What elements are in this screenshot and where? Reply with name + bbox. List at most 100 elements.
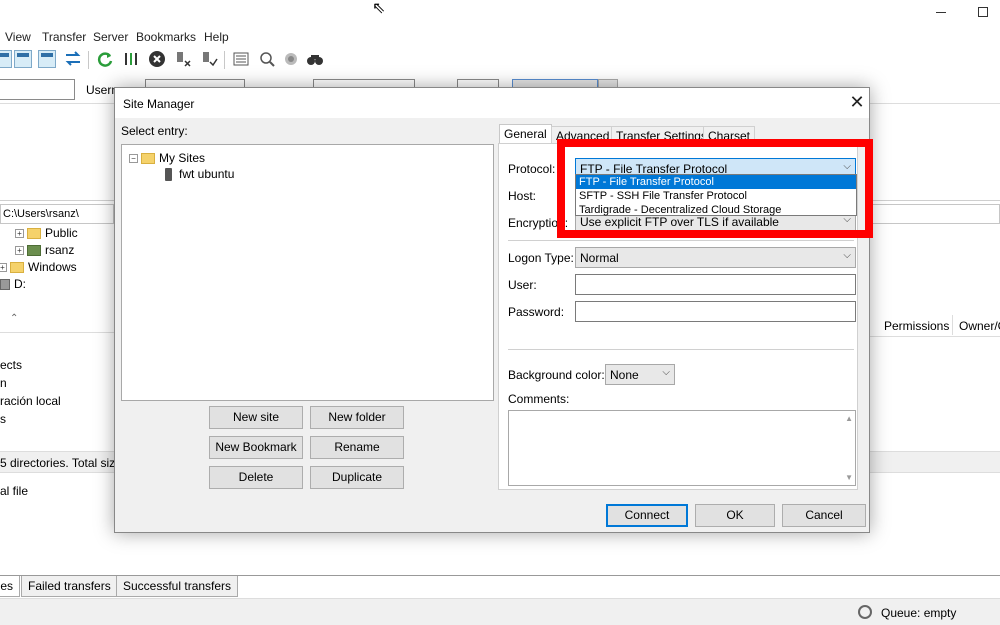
logon-type-select[interactable]: Normal ⌵ bbox=[575, 247, 856, 268]
toggle-remote-tree-icon[interactable] bbox=[38, 50, 56, 68]
connect-button[interactable]: Connect bbox=[606, 504, 688, 527]
sync-browse-icon[interactable] bbox=[258, 50, 276, 68]
expand-icon[interactable]: + bbox=[0, 263, 7, 273]
toolbar bbox=[0, 46, 1000, 74]
folder-icon bbox=[27, 228, 41, 240]
new-bookmark-button[interactable]: New Bookmark bbox=[209, 436, 303, 459]
reconnect-icon[interactable] bbox=[200, 50, 218, 68]
process-queue-icon[interactable] bbox=[122, 50, 140, 68]
rename-button[interactable]: Rename bbox=[310, 436, 404, 459]
user-field[interactable] bbox=[575, 274, 856, 295]
queue-column-header: al file bbox=[0, 484, 29, 498]
toggle-local-tree-icon[interactable] bbox=[14, 50, 32, 68]
minimize-icon[interactable] bbox=[936, 12, 946, 13]
folder-icon bbox=[10, 262, 24, 274]
local-list-row[interactable]: n bbox=[0, 376, 7, 390]
ok-button[interactable]: OK bbox=[695, 504, 775, 527]
local-list-row[interactable]: ración local bbox=[0, 394, 61, 408]
local-tree-item[interactable]: + rsanz bbox=[15, 243, 74, 257]
comments-textarea[interactable]: ▲ ▼ bbox=[508, 410, 856, 486]
close-icon[interactable]: ✕ bbox=[847, 92, 867, 112]
tab-successful-transfers[interactable]: Successful transfers bbox=[116, 576, 239, 597]
sort-arrow-icon: ⌃ bbox=[10, 313, 19, 324]
background-color-label: Background color: bbox=[508, 368, 605, 382]
tree-item-label: Public bbox=[45, 226, 78, 240]
compare-icon[interactable] bbox=[282, 50, 300, 68]
local-path-input[interactable]: C:\Users\rsanz\ bbox=[0, 204, 114, 224]
app-titlebar bbox=[0, 0, 1000, 28]
collapse-icon[interactable]: − bbox=[129, 154, 138, 164]
comments-label: Comments: bbox=[508, 392, 570, 406]
directory-filter-icon[interactable] bbox=[232, 50, 250, 68]
expand-icon[interactable]: + bbox=[15, 229, 24, 239]
refresh-icon[interactable] bbox=[96, 50, 114, 68]
tree-site-label: fwt ubuntu bbox=[179, 167, 235, 181]
local-list-row[interactable]: ects bbox=[0, 358, 22, 372]
scroll-up-icon[interactable]: ▲ bbox=[845, 414, 853, 423]
cancel-button[interactable]: Cancel bbox=[782, 504, 866, 527]
local-list-row[interactable]: s bbox=[0, 412, 6, 426]
duplicate-button[interactable]: Duplicate bbox=[310, 466, 404, 489]
queue-status-icon bbox=[858, 605, 872, 619]
toggle-queue-icon[interactable] bbox=[64, 50, 82, 68]
tab-failed-transfers[interactable]: Failed transfers bbox=[21, 576, 118, 597]
column-owner-group[interactable]: Owner/G bbox=[959, 319, 1000, 333]
toggle-log-icon[interactable] bbox=[0, 50, 12, 68]
tab-general[interactable]: General bbox=[499, 124, 552, 145]
cancel-operation-icon[interactable] bbox=[148, 50, 166, 68]
menu-view[interactable]: View bbox=[5, 30, 31, 44]
queue-status-text: Queue: empty bbox=[881, 606, 957, 620]
local-status-text: 5 directories. Total size: bbox=[0, 456, 126, 470]
expand-icon[interactable]: + bbox=[15, 246, 24, 256]
dialog-title: Site Manager bbox=[123, 97, 195, 111]
search-remote-icon[interactable] bbox=[306, 50, 324, 68]
new-folder-button[interactable]: New folder bbox=[310, 406, 404, 429]
user-folder-icon bbox=[27, 245, 41, 257]
site-tree[interactable]: − My Sites fwt ubuntu bbox=[121, 144, 494, 401]
delete-button[interactable]: Delete bbox=[209, 466, 303, 489]
logon-type-label: Logon Type: bbox=[508, 251, 574, 265]
chevron-down-icon: ⌵ bbox=[662, 367, 670, 378]
remote-list-header: Permissions Owner/G bbox=[870, 313, 1000, 337]
scroll-down-icon[interactable]: ▼ bbox=[845, 473, 853, 482]
mouse-cursor-icon: ⇖ bbox=[372, 0, 386, 17]
host-label: Host: bbox=[508, 189, 537, 203]
server-icon bbox=[165, 168, 172, 182]
statusbar: Queue: empty bbox=[0, 598, 1000, 625]
tree-item-label: rsanz bbox=[45, 243, 75, 257]
new-site-button[interactable]: New site bbox=[209, 406, 303, 429]
tree-item-label: D: bbox=[14, 277, 26, 291]
local-tree-item[interactable]: D: bbox=[0, 277, 26, 291]
local-tree-item[interactable]: + Public bbox=[15, 226, 78, 240]
maximize-icon[interactable] bbox=[978, 7, 988, 17]
chevron-down-icon: ⌵ bbox=[843, 250, 851, 261]
tab-queued-files[interactable]: iles bbox=[0, 576, 20, 597]
drive-icon bbox=[0, 279, 10, 291]
folder-icon bbox=[141, 153, 155, 165]
queue-tabs: iles Failed transfers Successful transfe… bbox=[0, 575, 1000, 597]
menu-bookmarks[interactable]: Bookmarks bbox=[136, 30, 196, 44]
logon-type-value: Normal bbox=[580, 251, 619, 265]
dialog-titlebar: Site Manager ✕ bbox=[115, 88, 869, 118]
local-tree-item[interactable]: + Windows bbox=[0, 260, 77, 274]
menu-transfer[interactable]: Transfer bbox=[42, 30, 86, 44]
password-label: Password: bbox=[508, 305, 565, 319]
protocol-label: Protocol: bbox=[508, 162, 556, 176]
tree-item-label: Windows bbox=[28, 260, 77, 274]
background-color-value: None bbox=[610, 368, 639, 382]
tree-site-fwt-ubuntu[interactable]: fwt ubuntu bbox=[165, 167, 235, 182]
column-permissions[interactable]: Permissions bbox=[884, 319, 949, 333]
annotation-highlight-box bbox=[557, 139, 873, 238]
disconnect-icon[interactable] bbox=[174, 50, 192, 68]
host-input[interactable] bbox=[0, 79, 75, 100]
password-field[interactable] bbox=[575, 301, 856, 322]
tree-root-label: My Sites bbox=[159, 151, 206, 165]
local-list-header: ⌃ bbox=[0, 313, 114, 333]
menubar: View Transfer Server Bookmarks Help bbox=[0, 28, 1000, 46]
tree-root-my-sites[interactable]: − My Sites bbox=[129, 151, 205, 165]
menu-help[interactable]: Help bbox=[204, 30, 229, 44]
select-entry-label: Select entry: bbox=[121, 124, 188, 138]
menu-server[interactable]: Server bbox=[93, 30, 128, 44]
remote-path-input[interactable] bbox=[870, 204, 1000, 224]
background-color-select[interactable]: None ⌵ bbox=[605, 364, 675, 385]
